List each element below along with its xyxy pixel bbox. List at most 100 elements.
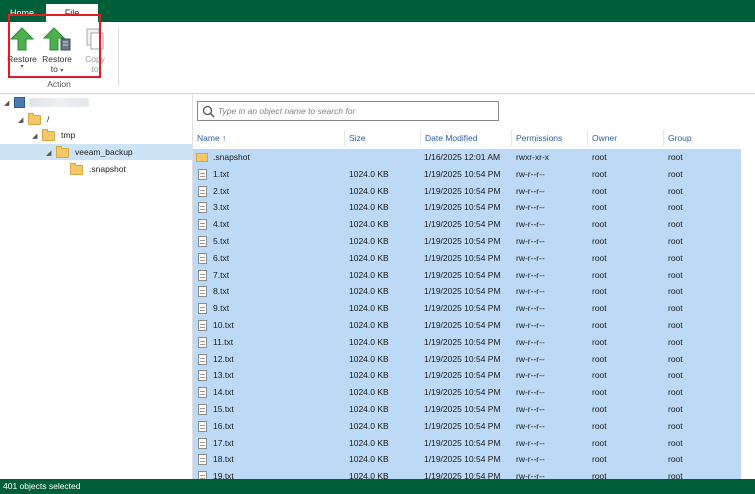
file-date-modified: 1/19/2025 10:54 PM [424,185,501,196]
file-permissions: rw-r--r-- [516,303,545,314]
text-file-icon [198,219,207,231]
file-owner: root [592,454,607,465]
tree-node-root-label: / [47,114,50,124]
tab-home[interactable]: Home [0,4,44,22]
file-permissions: rw-r--r-- [516,420,545,431]
file-row[interactable]: 5.txt 1024.0 KB 1/19/2025 10:54 PM rw-r--r-… [193,233,741,250]
file-permissions: rw-r--r-- [516,336,545,347]
column-header-owner[interactable]: Owner [587,130,617,146]
copy-to-label-line2: to [91,64,99,74]
file-row[interactable]: 8.txt 1024.0 KB 1/19/2025 10:54 PM rw-r--r-… [193,283,741,301]
tab-file[interactable]: File [46,4,98,22]
file-group: root [668,286,683,297]
file-date-modified: 1/19/2025 10:54 PM [424,303,501,314]
file-owner: root [592,286,607,297]
text-file-icon [198,353,207,365]
status-text: 401 objects selected [3,481,81,491]
tree-node-veeam-backup[interactable]: ◢ veeam_backup [0,144,192,160]
file-size: 1024.0 KB [349,336,389,347]
text-file-icon [198,471,207,479]
folder-icon [56,145,69,158]
file-row[interactable]: 2.txt 1024.0 KB 1/19/2025 10:54 PM rw-r--r-… [193,182,741,200]
file-row[interactable]: 3.txt 1024.0 KB 1/19/2025 10:54 PM rw-r--r-… [193,199,741,217]
file-permissions: rw-r--r-- [516,370,545,381]
file-size: 1024.0 KB [349,471,389,479]
file-date-modified: 1/19/2025 10:54 PM [424,454,501,465]
file-size: 1024.0 KB [349,252,389,263]
file-row[interactable]: 18.txt 1024.0 KB 1/19/2025 10:54 PM rw-r--r… [193,451,741,469]
file-row[interactable]: 6.txt 1024.0 KB 1/19/2025 10:54 PM rw-r--r-… [193,249,741,267]
restore-to-label-to: to [50,64,58,74]
file-owner: root [592,303,607,314]
file-row[interactable]: 1.txt 1024.0 KB 1/19/2025 10:54 PM rw-r--r-… [193,165,741,183]
text-file-icon [198,387,207,399]
file-group: root [668,437,683,448]
text-file-icon [198,420,207,432]
copy-to-button[interactable]: Copy to [79,26,111,74]
text-file-icon [198,370,207,382]
collapse-arrow-icon[interactable]: ◢ [32,129,42,145]
file-size: 1024.0 KB [349,286,389,297]
file-row[interactable]: 4.txt 1024.0 KB 1/19/2025 10:54 PM rw-r--r-… [193,216,741,233]
file-group: root [668,219,683,230]
file-permissions: rw-r--r-- [516,269,545,280]
file-row[interactable]: 9.txt 1024.0 KB 1/19/2025 10:54 PM rw-r--r-… [193,300,741,317]
file-row[interactable]: 19.txt 1024.0 KB 1/19/2025 10:54 PM rw-r--r… [193,468,741,479]
file-owner: root [592,202,607,213]
file-row[interactable]: 12.txt 1024.0 KB 1/19/2025 10:54 PM rw-r--r… [193,350,741,368]
column-header-name[interactable]: Name ↑ [197,130,226,146]
file-size: 1024.0 KB [349,236,389,246]
file-size: 1024.0 KB [349,370,389,381]
file-row[interactable]: 15.txt 1024.0 KB 1/19/2025 10:54 PM rw-r--r… [193,401,741,418]
search-input[interactable] [218,104,493,118]
file-list: .snapshot 1/16/2025 12:01 AM rwxr-xr-x root… [193,149,741,479]
text-file-icon [198,185,207,197]
restore-to-button[interactable]: Restore to ▾ [41,26,73,75]
file-name: 17.txt [213,437,234,448]
tree-node-tmp-label: tmp [61,130,76,140]
tree-node-tmp[interactable]: ◢ tmp [32,127,75,143]
file-permissions: rw-r--r-- [516,252,545,263]
search-box[interactable] [197,101,499,121]
file-size: 1024.0 KB [349,219,389,230]
tree-node-root[interactable]: ◢ / [18,111,49,127]
file-owner: root [592,336,607,347]
file-row[interactable]: 7.txt 1024.0 KB 1/19/2025 10:54 PM rw-r--r-… [193,266,741,284]
column-header-permissions[interactable]: Permissions [511,130,562,146]
file-row[interactable]: 16.txt 1024.0 KB 1/19/2025 10:54 PM rw-r--r… [193,417,741,435]
file-row[interactable]: 10.txt 1024.0 KB 1/19/2025 10:54 PM rw-r--r… [193,317,741,334]
text-file-icon [198,303,207,315]
tree-node-snapshot[interactable]: .snapshot [70,161,126,177]
collapse-arrow-icon[interactable]: ◢ [46,146,56,162]
file-row[interactable]: .snapshot 1/16/2025 12:01 AM rwxr-xr-x root… [193,149,741,166]
file-date-modified: 1/19/2025 10:54 PM [424,320,501,330]
file-date-modified: 1/19/2025 10:54 PM [424,219,501,230]
collapse-arrow-icon[interactable]: ◢ [18,113,28,129]
restore-to-label-line2: to ▾ [41,64,73,75]
file-owner: root [592,353,607,364]
file-name: .snapshot [213,152,250,162]
file-size: 1024.0 KB [349,269,389,280]
file-row[interactable]: 14.txt 1024.0 KB 1/19/2025 10:54 PM rw-r--r… [193,384,741,401]
tree-node-host[interactable]: ◢ [4,94,89,110]
text-file-icon [198,336,207,348]
file-row[interactable]: 11.txt 1024.0 KB 1/19/2025 10:54 PM rw-r--r… [193,333,741,351]
folder-icon [28,112,41,125]
file-name: 11.txt [213,336,234,347]
restore-to-dropdown-arrow-icon[interactable]: ▾ [60,68,63,74]
file-date-modified: 1/19/2025 10:54 PM [424,471,501,479]
file-row[interactable]: 13.txt 1024.0 KB 1/19/2025 10:54 PM rw-r--r… [193,367,741,385]
file-name: 7.txt [213,269,230,280]
column-header-group[interactable]: Group [663,130,692,146]
collapse-arrow-icon[interactable]: ◢ [4,96,14,112]
file-group: root [668,420,683,431]
restore-dropdown-arrow-icon[interactable]: ▾ [6,64,38,71]
column-header-date-modified[interactable]: Date Modified [420,130,477,146]
column-header-size[interactable]: Size [344,130,366,146]
file-name: 15.txt [213,404,234,414]
text-file-icon [198,269,207,281]
restore-button[interactable]: Restore ▾ [6,26,38,71]
file-name: 4.txt [213,219,230,230]
folder-icon [70,162,83,175]
file-row[interactable]: 17.txt 1024.0 KB 1/19/2025 10:54 PM rw-r--r… [193,434,741,452]
